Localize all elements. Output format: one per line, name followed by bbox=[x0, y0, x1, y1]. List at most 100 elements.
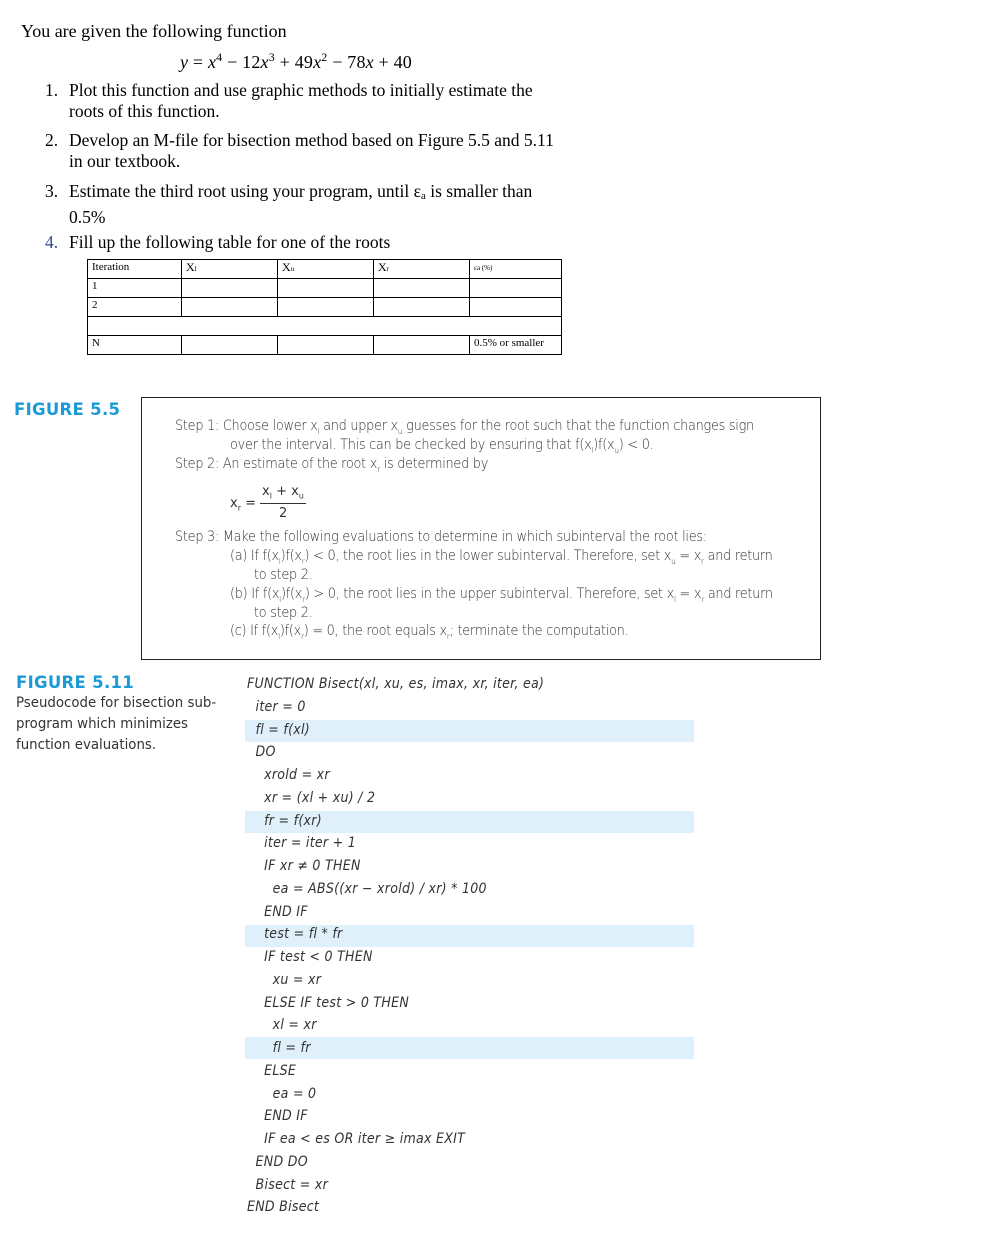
code-line: END Bisect bbox=[247, 1199, 320, 1216]
text: = x bbox=[675, 548, 702, 564]
header-text: Iteration bbox=[92, 261, 130, 273]
task-number: 3. bbox=[45, 181, 59, 201]
caption-line: function evaluations. bbox=[16, 737, 157, 753]
table-cell bbox=[87, 316, 562, 336]
table-cell[interactable] bbox=[373, 278, 470, 298]
eq-y: y bbox=[180, 52, 189, 72]
eq-term: − 12 bbox=[222, 52, 261, 72]
eq-x: x bbox=[365, 52, 374, 72]
text: is determined by bbox=[379, 456, 489, 472]
formula-lhs: xr = bbox=[230, 496, 257, 513]
header-text: X bbox=[282, 260, 291, 274]
eq-term: − 78 bbox=[327, 52, 366, 72]
iteration-table: Iteration Xl Xu Xr εa (%) 1 2 N 0.5% or … bbox=[87, 259, 562, 355]
text: guesses for the root such that the funct… bbox=[402, 418, 754, 434]
table-cell[interactable] bbox=[277, 335, 374, 355]
task-text: roots of this function. bbox=[69, 101, 220, 121]
header-text: X bbox=[186, 260, 195, 274]
code-line: END IF bbox=[247, 1108, 308, 1125]
text: ) > 0, the root lies in the upper subint… bbox=[304, 586, 674, 602]
function-equation: y = x4 − 12x3 + 49x2 − 78x + 40 bbox=[180, 50, 412, 73]
code-line: test = fl * fr bbox=[247, 926, 343, 943]
eq-x: x bbox=[260, 52, 269, 72]
code-line: IF ea < es OR iter ≥ imax EXIT bbox=[247, 1131, 466, 1147]
step-2: Step 2: An estimate of the root xr is de… bbox=[175, 455, 488, 479]
text: )f(x bbox=[593, 437, 615, 453]
eq-equals: = bbox=[188, 52, 208, 72]
table-cell[interactable] bbox=[373, 297, 470, 317]
figure-5-11-caption: Pseudocode for bisection sub- program wh… bbox=[16, 693, 218, 756]
table-cell[interactable] bbox=[277, 278, 374, 298]
table-cell[interactable] bbox=[373, 335, 470, 355]
table-cell[interactable] bbox=[469, 278, 562, 298]
text: x bbox=[262, 484, 270, 499]
text: Step 1: Choose lower x bbox=[175, 418, 318, 434]
table-cell: 2 bbox=[87, 297, 182, 317]
step-3c: (c) If f(xl)f(xr) = 0, the root equals x… bbox=[230, 622, 629, 646]
code-line: xu = xr bbox=[247, 971, 322, 988]
code-line: IF xr ≠ 0 THEN bbox=[247, 858, 361, 874]
table-cell[interactable] bbox=[469, 297, 562, 317]
code-line: END IF bbox=[247, 903, 308, 920]
table-cell: 0.5% or smaller bbox=[469, 335, 562, 355]
code-line: END DO bbox=[247, 1153, 308, 1170]
table-cell[interactable] bbox=[277, 297, 374, 317]
table-cell: 1 bbox=[87, 278, 182, 298]
task-text-part: Estimate the third root using your progr… bbox=[69, 181, 421, 201]
task-number: 2. bbox=[45, 130, 59, 150]
code-line: fl = fr bbox=[247, 1040, 311, 1056]
text: and upper x bbox=[319, 418, 398, 434]
header-sub: r bbox=[386, 265, 390, 273]
task-2: 2. Develop an M-file for bisection metho… bbox=[45, 130, 645, 172]
code-line: ea = ABS((xr − xrold) / xr) * 100 bbox=[247, 880, 487, 897]
header-text: X bbox=[378, 260, 387, 274]
code-line: xl = xr bbox=[247, 1017, 317, 1034]
text: over the interval. This can be checked b… bbox=[230, 437, 592, 453]
step-3: Step 3: Make the following evaluations t… bbox=[175, 529, 707, 545]
code-line: iter = 0 bbox=[247, 698, 306, 715]
formula-numerator: xl + xu bbox=[262, 484, 304, 501]
task-4: 4. Fill up the following table for one o… bbox=[45, 232, 605, 253]
task-text: in our textbook. bbox=[69, 151, 181, 171]
header-sub: a (%) bbox=[476, 264, 493, 272]
code-line: xrold = xr bbox=[247, 767, 330, 783]
step-3b-line-2: to step 2. bbox=[254, 605, 313, 621]
text: and return bbox=[703, 548, 773, 564]
code-line: Bisect = xr bbox=[247, 1176, 329, 1193]
header-iteration: Iteration bbox=[87, 259, 182, 279]
table-cell[interactable] bbox=[181, 335, 278, 355]
task-text: 0.5% bbox=[69, 207, 106, 227]
text: (a) If f(x bbox=[230, 548, 279, 564]
formula-denominator: 2 bbox=[279, 506, 288, 521]
eq-term: + 49 bbox=[274, 52, 314, 72]
code-line: ELSE IF test > 0 THEN bbox=[247, 994, 410, 1011]
table-cell: N bbox=[87, 335, 182, 355]
text: (c) If f(x bbox=[230, 623, 279, 639]
header-sub: u bbox=[290, 265, 295, 273]
sub: r bbox=[237, 503, 241, 513]
code-line: iter = iter + 1 bbox=[247, 835, 357, 852]
text: )f(x bbox=[280, 586, 303, 602]
step-3a-line-2: to step 2. bbox=[254, 567, 313, 583]
code-line: fl = f(xl) bbox=[247, 721, 310, 738]
intro-text: You are given the following function bbox=[21, 21, 287, 41]
task-text: Fill up the following table for one of t… bbox=[69, 232, 391, 252]
code-line: xr = (xl + xu) / 2 bbox=[247, 789, 376, 806]
header-xr: Xr bbox=[373, 259, 470, 279]
code-line: FUNCTION Bisect(xl, xu, es, imax, xr, it… bbox=[247, 676, 545, 692]
table-cell[interactable] bbox=[181, 278, 278, 298]
text: )f(x bbox=[280, 548, 302, 564]
task-text: Estimate the third root using your progr… bbox=[69, 181, 605, 207]
code-line: ELSE bbox=[247, 1062, 297, 1079]
code-highlight bbox=[245, 1037, 694, 1059]
code-highlight bbox=[245, 720, 694, 742]
text: ; terminate the computation. bbox=[449, 623, 629, 639]
text: x bbox=[230, 496, 238, 511]
code-line: DO bbox=[247, 744, 276, 761]
figure-5-11-label: FIGURE 5.11 bbox=[16, 673, 135, 692]
text: ) < 0. bbox=[618, 437, 654, 453]
task-3: 3. Estimate the third root using your pr… bbox=[45, 181, 605, 228]
caption-line: program which minimizes bbox=[16, 716, 189, 732]
header-xu: Xu bbox=[277, 259, 374, 279]
table-cell[interactable] bbox=[181, 297, 278, 317]
